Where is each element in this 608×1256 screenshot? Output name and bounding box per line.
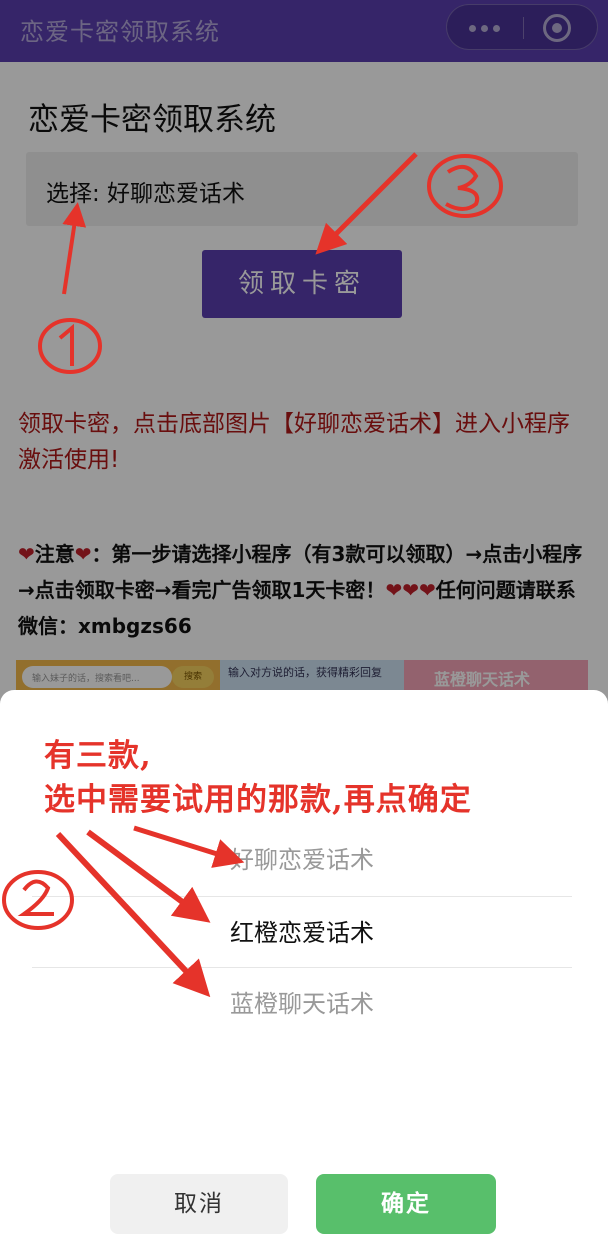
picker-option[interactable]: 蓝橙聊天话术 [32,968,572,1040]
picker-option[interactable]: 好聊恋爱话术 [32,824,572,896]
confirm-button[interactable]: 确定 [316,1174,496,1234]
annotation-line-1: 有三款, [44,738,152,774]
picker-sheet: 有三款, 选中需要试用的那款,再点确定 好聊恋爱话术 红橙恋爱话术 蓝橙聊天话术… [0,690,608,1256]
picker-column[interactable]: 好聊恋爱话术 红橙恋爱话术 蓝橙聊天话术 [32,824,572,1040]
annotation-line-2: 选中需要试用的那款,再点确定 [44,782,472,818]
cancel-button[interactable]: 取消 [110,1174,288,1234]
picker-option-selected[interactable]: 红橙恋爱话术 [32,896,572,968]
